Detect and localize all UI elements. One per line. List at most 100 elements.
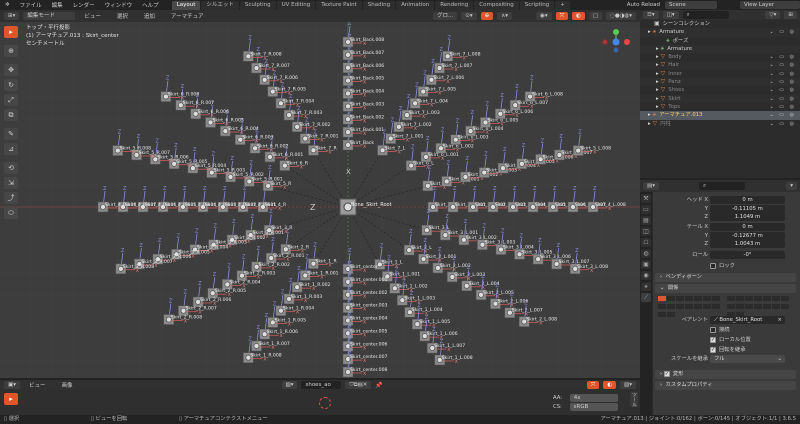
tail-x-field[interactable]: 0 m bbox=[710, 223, 785, 231]
custom-properties-panel[interactable]: › カスタムプロパティ bbox=[655, 381, 796, 390]
outliner-item[interactable]: ⚹ ポーズ bbox=[640, 37, 800, 45]
options-icon[interactable]: ▾ bbox=[786, 182, 797, 190]
outliner-search-input[interactable]: ⌕ bbox=[682, 11, 729, 19]
tab-1[interactable]: シルエット bbox=[201, 1, 239, 10]
filter-view-icon[interactable]: ◫▾ bbox=[662, 11, 679, 19]
move-icon[interactable]: ✥ bbox=[4, 64, 18, 76]
layer-toggle[interactable] bbox=[675, 303, 684, 309]
image-browse-icon[interactable]: ▨▾ bbox=[281, 381, 298, 389]
outliner-item[interactable]: ▸ ▽ Hair ⌄ ▭ ◎ bbox=[640, 61, 800, 70]
editor-type-button[interactable]: ⊞▾ bbox=[4, 12, 20, 20]
layer-toggle[interactable] bbox=[657, 295, 666, 301]
expand-arrow-icon[interactable]: ▸ bbox=[656, 95, 659, 103]
layer-toggle[interactable] bbox=[693, 303, 702, 309]
layer-toggle[interactable] bbox=[744, 295, 753, 301]
viewport-menu-2[interactable]: 追加 bbox=[139, 12, 160, 20]
layer-toggle[interactable] bbox=[762, 295, 771, 301]
layer-toggle[interactable] bbox=[771, 303, 780, 309]
layer-toggle[interactable] bbox=[702, 295, 711, 301]
head-y-field[interactable]: -0.11105 m bbox=[710, 204, 785, 213]
visibility-toggles[interactable]: ⌄ ▭ ◎ bbox=[770, 70, 796, 78]
local-location-checkbox[interactable]: ✓ ローカル位置 bbox=[710, 336, 800, 344]
expand-arrow-icon[interactable]: ▸ bbox=[656, 45, 659, 53]
visibility-toggles[interactable]: ⌄ ▭ ◎ bbox=[770, 78, 796, 86]
tool-icon[interactable]: ⚒ bbox=[641, 194, 651, 203]
outliner-item[interactable]: ▸ ⚹ Armature bbox=[640, 44, 800, 54]
layer-toggle[interactable] bbox=[711, 295, 720, 301]
expand-arrow-icon[interactable]: ▸ bbox=[656, 53, 659, 61]
menu-2[interactable]: レンダー bbox=[68, 1, 100, 9]
gizmo-icon[interactable]: ⤧ bbox=[555, 12, 569, 20]
bone-envelope-icon[interactable]: ⬭ bbox=[4, 207, 18, 219]
layer-toggle[interactable] bbox=[684, 295, 693, 301]
viewport-menu-0[interactable]: ビュー bbox=[79, 12, 106, 20]
visibility-toggles[interactable]: ⌄ ▭ ◎ bbox=[770, 86, 796, 94]
expand-arrow-icon[interactable]: ▸ bbox=[656, 70, 659, 78]
output-icon[interactable]: ▤ bbox=[641, 216, 651, 225]
layer-toggle[interactable] bbox=[780, 295, 789, 301]
layer-toggle[interactable] bbox=[753, 295, 762, 301]
properties-search-input[interactable]: ⌕ bbox=[698, 182, 745, 190]
layer-toggle[interactable] bbox=[657, 303, 666, 309]
aa-select[interactable]: 4x bbox=[569, 394, 618, 402]
select-icon[interactable]: ▸ bbox=[4, 26, 18, 38]
viewport-canvas[interactable]: ZXSkirt_BackZXSkirt_Back.001ZXSkirt_Back… bbox=[0, 22, 640, 378]
layer-toggle[interactable] bbox=[702, 303, 711, 309]
tab-4[interactable]: Texture Paint bbox=[316, 1, 362, 10]
inherit-rotation-checkbox[interactable]: ✓ 回転を継承 bbox=[710, 346, 800, 354]
orientation-selector[interactable]: グロ... bbox=[433, 12, 458, 20]
object-data-icon[interactable]: ⚹ bbox=[641, 282, 651, 291]
viewport-menu-1[interactable]: 選択 bbox=[112, 12, 133, 20]
tab-5[interactable]: Shading bbox=[362, 1, 396, 10]
roll-icon[interactable]: ⟲ bbox=[4, 162, 18, 174]
layer-toggle[interactable] bbox=[753, 303, 762, 309]
tab-3[interactable]: UV Editing bbox=[276, 1, 316, 10]
3d-viewport[interactable]: ZXSkirt_BackZXSkirt_Back.001ZXSkirt_Back… bbox=[0, 22, 640, 378]
menu-3[interactable]: ウィンドウ bbox=[100, 1, 138, 9]
display-mode-icon[interactable]: ☰▾ bbox=[643, 11, 659, 19]
layer-toggle[interactable] bbox=[666, 303, 675, 309]
head-x-field[interactable]: 0 m bbox=[710, 196, 785, 204]
xray-icon[interactable]: ▢ bbox=[588, 12, 603, 20]
menu-4[interactable]: ヘルプ bbox=[137, 1, 164, 9]
sidebar-toggle-icon[interactable]: ▧▾ bbox=[620, 381, 636, 389]
cs-select[interactable]: sRGB bbox=[569, 403, 618, 411]
tab-7[interactable]: Rendering bbox=[435, 1, 474, 10]
world-icon[interactable]: ◍ bbox=[641, 249, 651, 258]
viewport-menu-3[interactable]: アーマチュア bbox=[166, 12, 209, 20]
image-actions-icon[interactable]: ⛉⧉▤✕ bbox=[345, 381, 372, 389]
pivot-icon[interactable]: ⊙▾ bbox=[461, 12, 477, 20]
visibility-toggles[interactable]: ⌄ ▭ ◎ bbox=[770, 53, 796, 61]
tab-9[interactable]: Scripting bbox=[519, 1, 555, 10]
overlay-icon[interactable]: ◐ bbox=[603, 381, 617, 389]
scale-icon[interactable]: ⤢ bbox=[4, 94, 18, 106]
object-icon[interactable]: ▣ bbox=[641, 260, 651, 269]
layer-toggle[interactable] bbox=[726, 295, 735, 301]
bone-size-icon[interactable]: ⇲ bbox=[4, 177, 18, 189]
bendy-bones-panel[interactable]: › ベンディボーン bbox=[655, 273, 796, 282]
tab-2[interactable]: Sculpting bbox=[239, 1, 276, 10]
measure-icon[interactable]: ⊿ bbox=[4, 143, 18, 155]
pin-icon[interactable]: 📌 bbox=[375, 382, 382, 389]
tab-0[interactable]: Layout bbox=[171, 1, 201, 10]
visibility-toggles[interactable]: ⌄ ▭ ◎ bbox=[770, 111, 796, 119]
overlay-icon[interactable]: ◐ bbox=[572, 12, 585, 20]
view-layer-icon[interactable]: ◫ bbox=[641, 227, 651, 236]
layer-toggle[interactable] bbox=[726, 303, 735, 309]
tail-y-field[interactable]: -0.12677 m bbox=[710, 231, 785, 240]
scene-icon[interactable]: ☖ bbox=[641, 238, 651, 247]
snap-icon[interactable]: ⊕ bbox=[480, 12, 494, 20]
layer-toggle[interactable] bbox=[780, 303, 789, 309]
layer-toggle[interactable] bbox=[684, 303, 693, 309]
outliner-item[interactable]: ▸ ▽ Body ⌄ ▭ ◎ bbox=[640, 53, 800, 61]
deform-panel[interactable]: › ✓ 変形 bbox=[655, 370, 796, 379]
outliner-item[interactable]: ▸ ▽ Tops ⌄ ▭ ◎ bbox=[640, 103, 800, 111]
physics-icon[interactable]: ◉ bbox=[641, 271, 651, 280]
layer-toggle[interactable] bbox=[666, 295, 675, 301]
expand-arrow-icon[interactable]: ▸ bbox=[656, 78, 659, 86]
head-z-field[interactable]: 1.1049 m bbox=[710, 213, 785, 221]
outliner-item[interactable]: ▸ ▽ Shoes ⌄ ▭ ◎ bbox=[640, 86, 800, 94]
lock-checkbox[interactable]: ロック bbox=[710, 262, 800, 270]
shading-modes-icon[interactable]: ◌●◑◍▾ bbox=[606, 12, 636, 20]
connect-checkbox[interactable]: 接続 bbox=[710, 326, 800, 334]
